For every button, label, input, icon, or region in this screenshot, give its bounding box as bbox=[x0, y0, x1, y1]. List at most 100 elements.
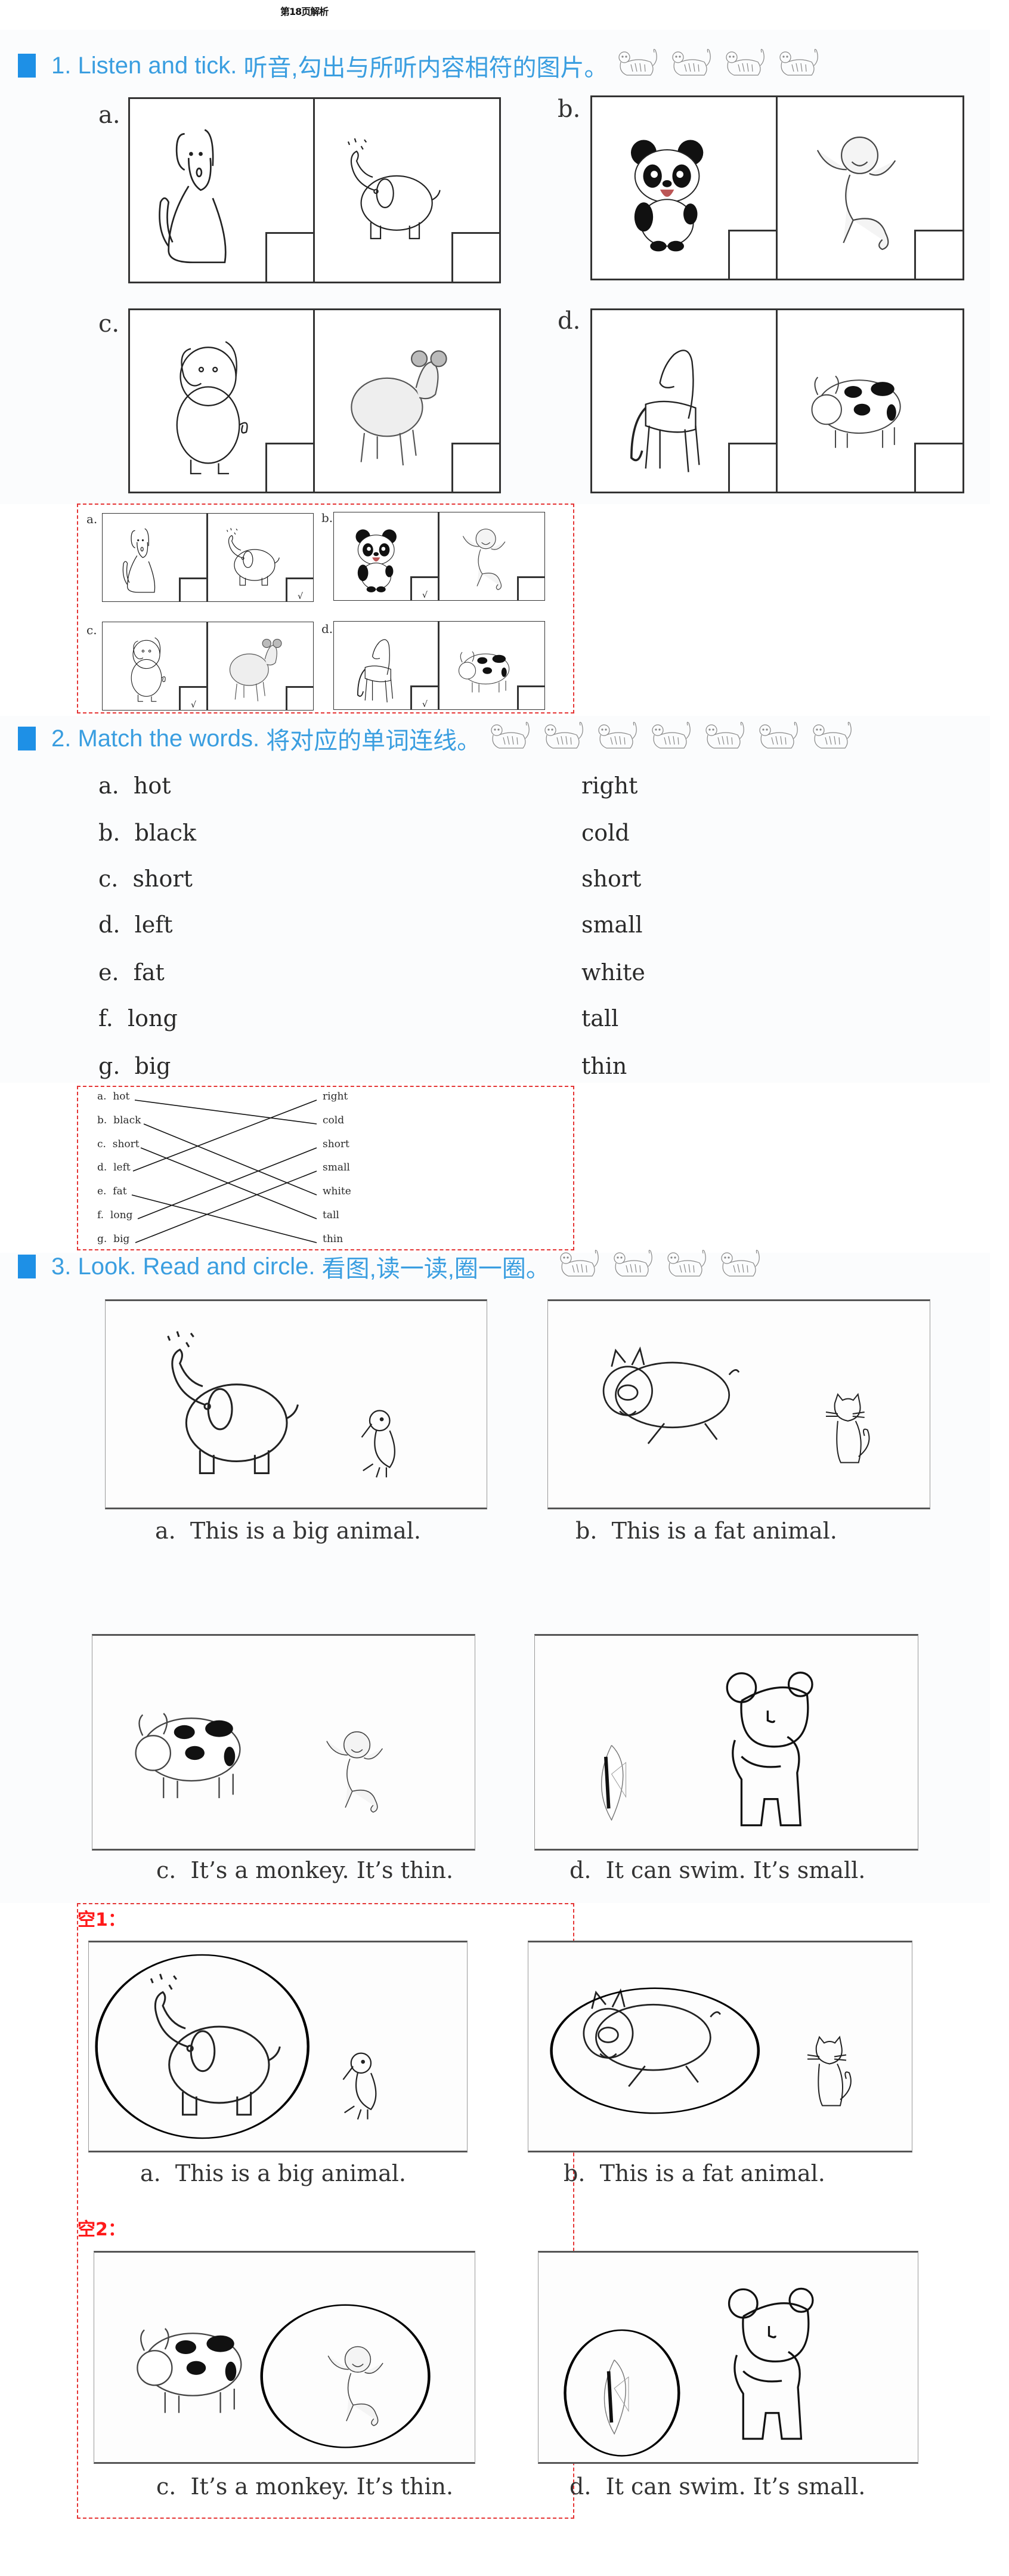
item-letter: d. bbox=[558, 307, 581, 335]
right-word-short[interactable]: short bbox=[581, 866, 641, 892]
word-text: big bbox=[134, 1053, 171, 1079]
tick-box-checked[interactable]: √ bbox=[410, 685, 438, 709]
picture-a bbox=[105, 1299, 487, 1509]
picture-option-right[interactable] bbox=[778, 97, 962, 279]
right-word-right[interactable]: right bbox=[581, 773, 637, 799]
fish-icon[interactable] bbox=[589, 1732, 635, 1828]
word-text: short bbox=[112, 1138, 140, 1150]
right-word-thin[interactable]: thin bbox=[581, 1053, 627, 1079]
caption-letter: d. bbox=[570, 1857, 592, 1883]
decorative-tigers bbox=[557, 1249, 767, 1284]
left-word-black[interactable]: b. black bbox=[98, 820, 196, 846]
left-word-big[interactable]: g. big bbox=[98, 1053, 171, 1079]
tick-box[interactable] bbox=[265, 442, 313, 492]
picture-option-left[interactable] bbox=[592, 97, 778, 279]
tick-box[interactable] bbox=[914, 229, 962, 279]
item-letter: a. bbox=[98, 101, 120, 129]
answer-right-word: short bbox=[323, 1138, 349, 1150]
word-text: left bbox=[113, 1162, 131, 1173]
circle-elephant bbox=[95, 1954, 309, 2139]
bear-icon[interactable] bbox=[707, 1661, 841, 1832]
bird-icon[interactable] bbox=[353, 1394, 406, 1487]
word-text: hot bbox=[113, 1091, 130, 1102]
right-word-tall[interactable]: tall bbox=[581, 1005, 618, 1031]
word-text: left bbox=[134, 912, 173, 938]
left-word-long[interactable]: f. long bbox=[98, 1005, 178, 1031]
right-word-cold[interactable]: cold bbox=[581, 820, 630, 846]
tick-box[interactable] bbox=[914, 442, 962, 492]
tick-box[interactable] bbox=[451, 232, 499, 282]
cow-icon bbox=[811, 375, 901, 449]
tick-box-checked[interactable]: √ bbox=[286, 577, 313, 601]
picture-option-right[interactable] bbox=[439, 512, 544, 600]
answer-left-word: g. big bbox=[97, 1233, 129, 1245]
answer-box-section-2: a. hot b. black c. short d. left e. fat f. lo… bbox=[77, 1086, 574, 1250]
picture-b bbox=[547, 1299, 930, 1509]
answer-right-word: tall bbox=[323, 1209, 339, 1221]
cow-icon bbox=[458, 651, 510, 693]
monkey-icon[interactable] bbox=[299, 1717, 406, 1819]
picture-option-right[interactable] bbox=[315, 310, 499, 492]
picture-option-left[interactable]: √ bbox=[334, 512, 439, 600]
picture-option-left[interactable] bbox=[130, 99, 315, 282]
picture-option-left[interactable] bbox=[592, 310, 778, 492]
tick-box-checked[interactable]: √ bbox=[410, 576, 438, 600]
elephant-icon bbox=[347, 138, 441, 240]
match-line-left-right bbox=[132, 1099, 317, 1172]
tick-box[interactable] bbox=[517, 685, 544, 709]
picture-option-left[interactable] bbox=[130, 310, 315, 492]
picture-option-right[interactable] bbox=[208, 622, 313, 710]
tiger-icon bbox=[664, 1249, 713, 1284]
caption-d: d. It can swim. It’s small. bbox=[570, 1857, 865, 1883]
answer-left-word: e. fat bbox=[97, 1185, 127, 1197]
match-line-hot-cold bbox=[134, 1099, 317, 1125]
answer-left-word: b. black bbox=[97, 1114, 141, 1126]
caption-letter: b. bbox=[564, 2160, 586, 2186]
picture-option-right[interactable] bbox=[439, 622, 544, 709]
picture-option-left[interactable]: √ bbox=[103, 622, 208, 710]
tick-box[interactable] bbox=[286, 686, 313, 710]
tick-box-checked[interactable]: √ bbox=[179, 686, 206, 710]
caption-sentence: This is a big animal. bbox=[175, 2160, 407, 2186]
tick-box[interactable] bbox=[728, 442, 776, 492]
blank-label-1: 空1： bbox=[78, 1910, 126, 1931]
tick-box[interactable] bbox=[728, 229, 776, 279]
tick-panel-c bbox=[128, 308, 501, 493]
word-letter: e. bbox=[98, 959, 119, 986]
cat-icon[interactable] bbox=[823, 1383, 877, 1477]
picture-option-right[interactable] bbox=[778, 310, 962, 492]
section-number: 1. bbox=[51, 52, 72, 79]
right-word-small[interactable]: small bbox=[581, 912, 643, 938]
picture-option-left[interactable]: √ bbox=[334, 622, 439, 709]
tick-box[interactable] bbox=[179, 577, 206, 601]
circle-fish bbox=[564, 2329, 680, 2457]
left-word-short[interactable]: c. short bbox=[98, 866, 193, 892]
elephant-icon[interactable] bbox=[136, 1322, 319, 1487]
answer-circle bbox=[95, 1954, 309, 2139]
tick-box[interactable] bbox=[451, 442, 499, 492]
tick-panel-d bbox=[590, 308, 964, 493]
picture-d bbox=[534, 1634, 918, 1851]
tick-box[interactable] bbox=[517, 576, 544, 600]
left-word-left[interactable]: d. left bbox=[98, 912, 173, 938]
elephant-icon bbox=[227, 527, 280, 586]
section-number: 3. bbox=[51, 1253, 72, 1280]
answer-right-word: cold bbox=[323, 1114, 345, 1126]
tick-panel-b: √ bbox=[333, 512, 545, 601]
tick-box[interactable] bbox=[265, 232, 313, 282]
caption-sentence: It’s a monkey. It’s thin. bbox=[190, 2473, 454, 2500]
cow-icon[interactable] bbox=[108, 1668, 261, 1817]
pig-icon[interactable] bbox=[578, 1342, 750, 1456]
item-letter: b. bbox=[321, 511, 333, 525]
picture-option-right[interactable] bbox=[315, 99, 499, 282]
right-word-white[interactable]: white bbox=[581, 959, 645, 986]
word-text: long bbox=[110, 1209, 133, 1221]
left-word-hot[interactable]: a. hot bbox=[98, 773, 171, 799]
left-word-fat[interactable]: e. fat bbox=[98, 959, 165, 986]
tick-panel-b bbox=[590, 95, 964, 280]
picture-option-left[interactable] bbox=[103, 514, 208, 601]
tiger-icon bbox=[611, 1249, 660, 1284]
caption-a: a. This is a big animal. bbox=[140, 2160, 406, 2186]
picture-option-right[interactable]: √ bbox=[208, 514, 313, 601]
decorative-tigers bbox=[615, 48, 825, 84]
